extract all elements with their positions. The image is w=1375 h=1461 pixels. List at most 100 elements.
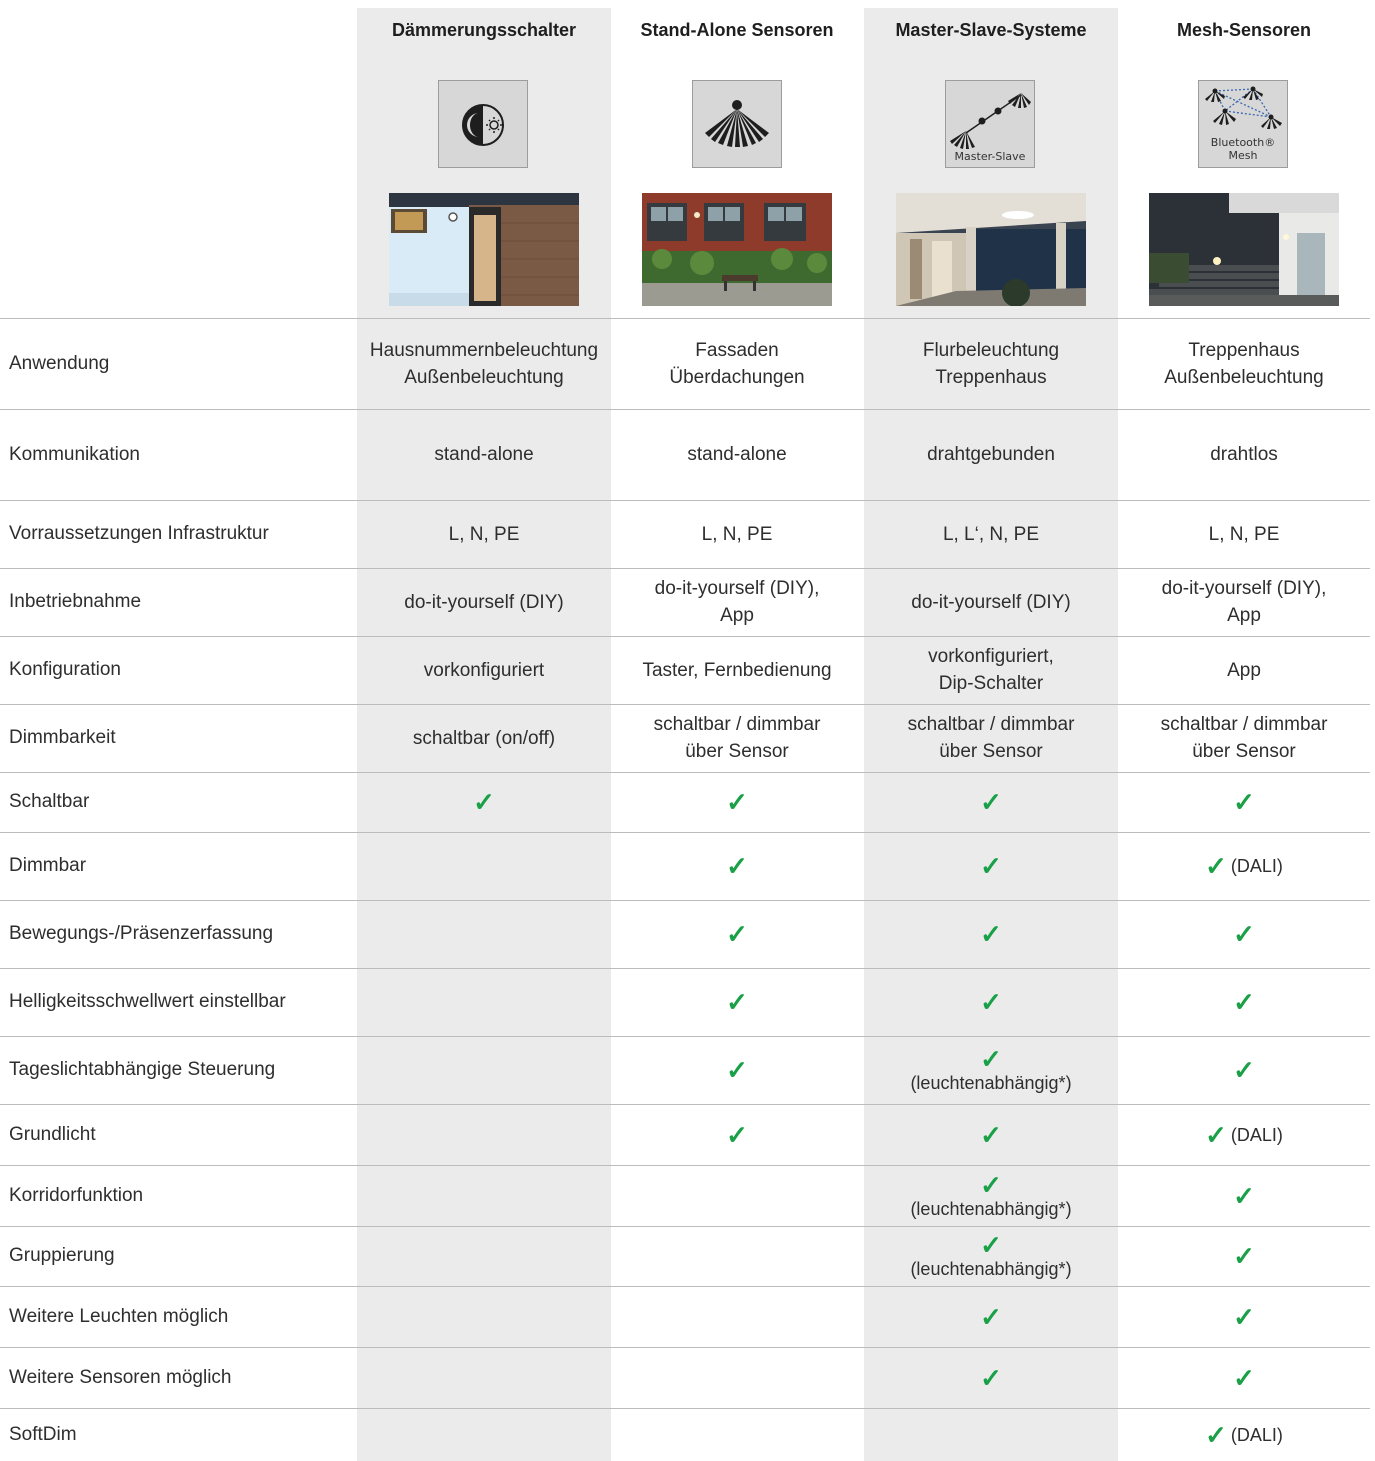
- table-cell: drahtlos: [1117, 409, 1371, 500]
- table-row: Anwendung Hausnummernbeleuchtung Außenbele…: [0, 318, 1375, 409]
- table-cell: ✓: [864, 1286, 1118, 1347]
- check-group: ✓: [980, 1304, 1002, 1330]
- column-title: Stand-Alone Sensoren: [640, 20, 834, 40]
- check-group: ✓ (DALI): [1205, 1422, 1283, 1448]
- cell-text: L, N, PE: [701, 523, 773, 545]
- corridor-photo: [896, 193, 1086, 306]
- check-icon: ✓: [980, 1362, 1002, 1393]
- row-label: Anwendung: [9, 352, 110, 374]
- check-group: ✓: [726, 921, 748, 947]
- table-cell: [357, 968, 611, 1036]
- row-label: Kommunikation: [9, 443, 140, 465]
- check-icon: ✓: [1233, 1055, 1255, 1085]
- cell-text: Außenbeleuchtung: [1164, 366, 1324, 388]
- check-group: ✓: [726, 989, 748, 1015]
- check-group: ✓ (DALI): [1205, 1122, 1283, 1148]
- icon-label: Bluetooth®: [1210, 136, 1276, 149]
- cell-text: App: [1227, 659, 1261, 681]
- cell-text: Fassaden: [695, 339, 779, 361]
- sensor-fan-icon: [692, 80, 782, 168]
- table-cell: schaltbar / dimmbar über Sensor: [610, 704, 864, 772]
- check-icon: ✓: [1233, 987, 1255, 1017]
- cell-text: drahtgebunden: [927, 444, 1055, 465]
- table-row: Dimmbarkeit schaltbar (on/off) schaltbar /…: [0, 704, 1375, 772]
- row-label: Grundlicht: [9, 1123, 96, 1145]
- row-label: Konfiguration: [9, 659, 121, 680]
- table-cell: [610, 1347, 864, 1408]
- table-cell: [357, 1104, 611, 1165]
- row-label: Schaltbar: [9, 791, 90, 812]
- table-cell: ✓ (DALI): [1117, 1408, 1371, 1461]
- cell-text: vorkonfiguriert,: [928, 646, 1054, 667]
- table-cell: ✓: [864, 1347, 1118, 1408]
- table-cell: ✓ (leuchtenabhängig*): [864, 1226, 1118, 1286]
- check-group: ✓: [1233, 921, 1255, 947]
- table-cell: ✓: [1117, 772, 1371, 832]
- cell-text: Außenbeleuchtung: [404, 366, 564, 388]
- table-cell: ✓: [864, 968, 1118, 1036]
- table-cell: [610, 1408, 864, 1461]
- table-cell: [357, 832, 611, 900]
- table-row: Weitere Sensoren möglich ✓ ✓: [0, 1347, 1375, 1408]
- row-label: Gruppierung: [9, 1245, 115, 1266]
- cell-text: Taster, Fernbedienung: [642, 659, 832, 681]
- table-cell: ✓: [610, 900, 864, 968]
- check-group: ✓: [980, 789, 1002, 815]
- table-row: Konfiguration vorkonfiguriert Taster, Fern…: [0, 636, 1375, 704]
- row-label: Weitere Sensoren möglich: [9, 1366, 232, 1388]
- cell-text: do-it-yourself (DIY),: [1161, 578, 1327, 599]
- table-cell: ✓: [610, 832, 864, 900]
- check-icon: ✓: [980, 851, 1002, 881]
- table-cell: ✓: [610, 772, 864, 832]
- cell-text: Dip-Schalter: [938, 673, 1044, 694]
- check-group: ✓: [726, 853, 748, 879]
- table-cell: [610, 1165, 864, 1226]
- cell-text: über Sensor: [939, 741, 1043, 762]
- check-icon: ✓: [726, 851, 748, 881]
- master-slave-icon: Master-Slave: [945, 80, 1035, 168]
- check-group: ✓: [1233, 1304, 1255, 1330]
- cell-text: L, N, PE: [1208, 523, 1280, 545]
- table-cell: Fassaden Überdachungen: [610, 318, 864, 409]
- table-cell: Taster, Fernbedienung: [610, 636, 864, 704]
- check-icon: ✓: [1233, 1362, 1255, 1393]
- check-group: ✓: [1233, 789, 1255, 815]
- cell-text: schaltbar / dimmbar: [907, 714, 1075, 735]
- table-row: Korridorfunktion ✓ (leuchtenabhängig*) ✓: [0, 1165, 1375, 1226]
- check-group: ✓: [980, 1046, 1002, 1072]
- check-group: ✓: [980, 921, 1002, 947]
- table-cell: [864, 1408, 1118, 1461]
- check-icon: ✓: [980, 1169, 1002, 1200]
- table-cell: [357, 1347, 611, 1408]
- cell-text: stand-alone: [687, 444, 787, 465]
- check-group: ✓: [980, 1365, 1002, 1391]
- table-cell: vorkonfiguriert, Dip-Schalter: [864, 636, 1118, 704]
- table-row: Grundlicht ✓ ✓ ✓ (DALI): [0, 1104, 1375, 1165]
- brick-facade-photo: [642, 193, 832, 306]
- cell-note: (DALI): [1230, 1124, 1283, 1145]
- check-group: ✓: [1233, 1365, 1255, 1391]
- table-cell: drahtgebunden: [864, 409, 1118, 500]
- table-row: Bewegungs-/Präsenzerfassung ✓ ✓ ✓: [0, 900, 1375, 968]
- table-cell: [610, 1286, 864, 1347]
- table-cell: ✓ (leuchtenabhängig*): [864, 1165, 1118, 1226]
- table-cell: Treppenhaus Außenbeleuchtung: [1117, 318, 1371, 409]
- table-cell: ✓: [357, 772, 611, 832]
- table-cell: L, N, PE: [610, 500, 864, 568]
- check-icon: ✓: [980, 1301, 1002, 1332]
- table-cell: ✓ (leuchtenabhängig*): [864, 1036, 1118, 1104]
- cell-text: Flurbeleuchtung: [922, 339, 1060, 361]
- table-cell: do-it-yourself (DIY), App: [610, 568, 864, 636]
- table-cell: ✓: [1117, 968, 1371, 1036]
- check-icon: ✓: [726, 919, 748, 949]
- cell-text: L, L‘, N, PE: [942, 523, 1040, 545]
- check-group: ✓: [726, 789, 748, 815]
- table-cell: L, N, PE: [357, 500, 611, 568]
- cell-text: Treppenhaus: [1188, 339, 1300, 361]
- check-group: ✓: [980, 1232, 1002, 1258]
- cell-text: Überdachungen: [669, 366, 805, 388]
- check-icon: ✓: [473, 787, 495, 817]
- check-icon: ✓: [1233, 1301, 1255, 1332]
- table-cell: ✓: [864, 772, 1118, 832]
- table-cell: [610, 1226, 864, 1286]
